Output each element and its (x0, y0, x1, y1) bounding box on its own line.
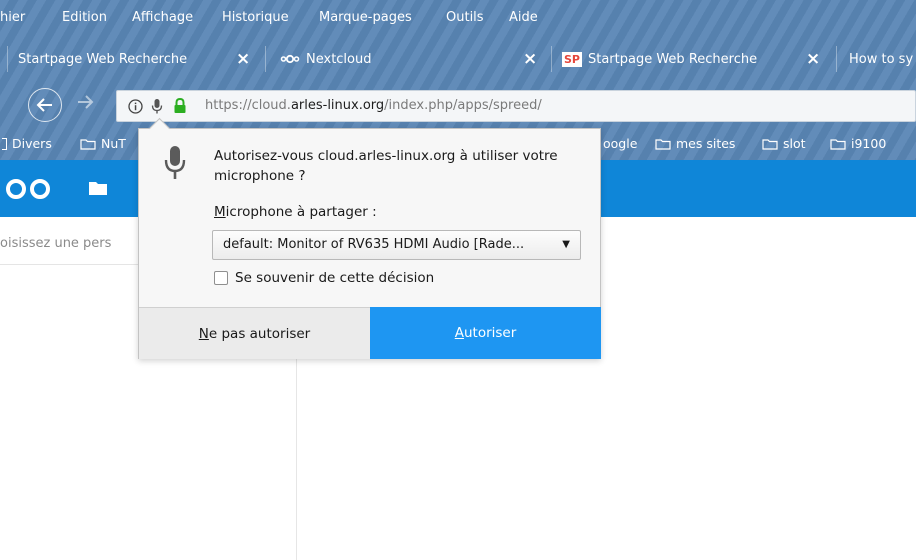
close-tab-icon[interactable]: × (806, 49, 820, 69)
tab-startpage-2[interactable]: SP Startpage Web Recherche (562, 40, 757, 78)
tab-nextcloud[interactable]: Nextcloud (280, 40, 372, 78)
close-tab-icon[interactable]: × (236, 49, 250, 69)
menu-marque-pages[interactable]: Marque-pages (319, 10, 412, 25)
tab-startpage-1[interactable]: Startpage Web Recherche (18, 40, 187, 78)
bookmark-label: mes sites (676, 136, 736, 151)
navigation-bar: https://cloud.arles-linux.org/index.php/… (0, 84, 916, 128)
tab-label: How to sy (849, 51, 914, 67)
menu-aide[interactable]: Aide (509, 10, 538, 25)
close-tab-icon[interactable]: × (523, 49, 537, 69)
arrow-left-icon (36, 98, 52, 112)
url-path: /index.php/apps/spreed/ (384, 98, 542, 113)
bookmark-label: NuT (101, 136, 126, 151)
back-button[interactable] (28, 88, 62, 122)
folder-icon (2, 137, 7, 150)
folder-icon (762, 138, 778, 150)
microphone-device-select[interactable]: default: Monitor of RV635 HDMI Audio [Ra… (212, 230, 581, 260)
info-icon[interactable] (128, 99, 143, 114)
url-text[interactable]: https://cloud.arles-linux.org/index.php/… (205, 98, 542, 113)
dropdown-arrow-icon: ▼ (562, 239, 570, 250)
menu-edition[interactable]: Edition (62, 10, 107, 25)
tab-label: Startpage Web Recherche (587, 51, 758, 67)
lock-icon[interactable] (173, 97, 187, 114)
bookmark-label: slot (783, 136, 806, 151)
folder-icon (80, 138, 96, 150)
bookmark-folder[interactable]: Divers (2, 136, 52, 151)
microphone-permission-popup: Autorisez-vous cloud.arles-linux.org à u… (138, 117, 601, 359)
folder-icon (830, 138, 846, 150)
tab-separator (7, 46, 8, 72)
permission-prompt-text: Autorisez-vous cloud.arles-linux.org à u… (214, 148, 558, 184)
microphone-icon (164, 146, 186, 179)
remember-decision-option[interactable]: Se souvenir de cette décision (214, 270, 434, 286)
tab-separator (265, 46, 266, 72)
menu-historique[interactable]: Historique (222, 10, 289, 25)
contact-search[interactable]: oisissez une pers (0, 222, 140, 265)
microphone-share-label: Microphone à partager : (214, 204, 377, 220)
folder-icon (655, 138, 671, 150)
forward-button[interactable] (76, 94, 94, 114)
menu-affichage[interactable]: Affichage (132, 10, 193, 25)
tab-label: Startpage Web Recherche (18, 51, 188, 67)
bookmark-folder[interactable]: mes sites (655, 136, 735, 151)
bookmark-label: Divers (12, 136, 52, 151)
allow-button-label: Autoriser (454, 325, 517, 341)
microphone-icon[interactable] (151, 98, 163, 115)
bookmark-label: oogle (603, 136, 638, 151)
startpage-icon: SP (562, 51, 582, 67)
arrow-right-icon (78, 95, 94, 109)
tab-label: Nextcloud (306, 51, 372, 67)
nextcloud-icon (280, 54, 300, 64)
bookmark-folder[interactable]: NuT (80, 136, 126, 151)
allow-button[interactable]: Autoriser (370, 307, 601, 359)
url-domain: arles-linux.org (290, 98, 385, 113)
bookmark-folder[interactable]: i9100 (830, 136, 886, 151)
bookmark-label: i9100 (851, 136, 887, 151)
tab-separator (836, 46, 837, 72)
remember-decision-checkbox[interactable] (214, 271, 228, 285)
url-bar[interactable]: https://cloud.arles-linux.org/index.php/… (116, 90, 916, 122)
bookmark-folder[interactable]: oogle (603, 136, 637, 151)
selected-device-value: default: Monitor of RV635 HDMI Audio [Ra… (223, 237, 525, 252)
deny-button[interactable]: Ne pas autoriser (139, 307, 370, 359)
contact-search-input[interactable]: oisissez une pers (0, 236, 111, 251)
tab-separator (551, 46, 552, 72)
menu-fichier[interactable]: hier (0, 10, 25, 25)
menu-bar: hier Edition Affichage Historique Marque… (0, 0, 916, 36)
url-prefix: https://cloud. (205, 98, 291, 113)
menu-outils[interactable]: Outils (446, 10, 484, 25)
files-folder-icon[interactable] (88, 180, 108, 196)
nextcloud-logo-icon[interactable] (6, 174, 70, 204)
remember-decision-label: Se souvenir de cette décision (235, 270, 435, 286)
deny-button-label: Ne pas autoriser (198, 325, 311, 342)
bookmark-folder[interactable]: slot (762, 136, 806, 151)
tab-how-to[interactable]: How to sy (849, 40, 913, 78)
tab-bar: Startpage Web Recherche × Nextcloud × SP… (0, 40, 916, 78)
